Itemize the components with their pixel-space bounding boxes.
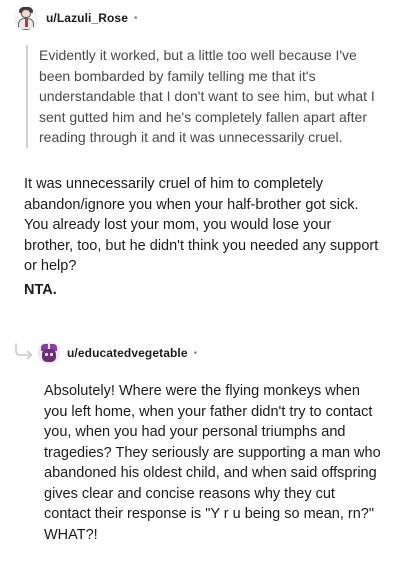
reply-arrow-icon [15, 343, 33, 360]
quoted-text: Evidently it worked, but a little too we… [26, 45, 376, 148]
comment-author[interactable]: u/Lazuli_Rose [46, 11, 128, 25]
reply-author[interactable]: u/educatedvegetable [67, 346, 188, 360]
user-avatar-icon[interactable] [38, 342, 60, 364]
reply-header: u/educatedvegetable • [38, 340, 197, 366]
separator-dot: • [133, 12, 138, 24]
reply-body: Absolutely! Where were the flying monkey… [44, 383, 381, 543]
comment-header: u/Lazuli_Rose • [14, 4, 138, 32]
comment-body: It was unnecessarily cruel of him to com… [24, 176, 379, 274]
comment-verdict: NTA. [24, 282, 57, 298]
user-avatar-icon[interactable] [14, 6, 38, 30]
separator-dot: • [193, 347, 198, 359]
